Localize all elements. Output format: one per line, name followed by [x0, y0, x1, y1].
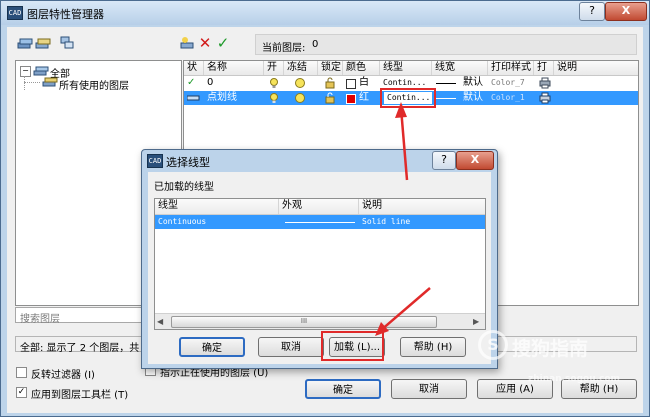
- watermark-url: zhinan.sogou.com: [528, 374, 620, 384]
- arrow-to-linetype: [399, 107, 409, 181]
- watermark-logo-icon: S: [478, 330, 508, 360]
- arrow-head-linetype: [395, 102, 407, 118]
- arrow-to-load: [379, 287, 431, 332]
- watermark-brand: 搜狗指南: [512, 338, 589, 360]
